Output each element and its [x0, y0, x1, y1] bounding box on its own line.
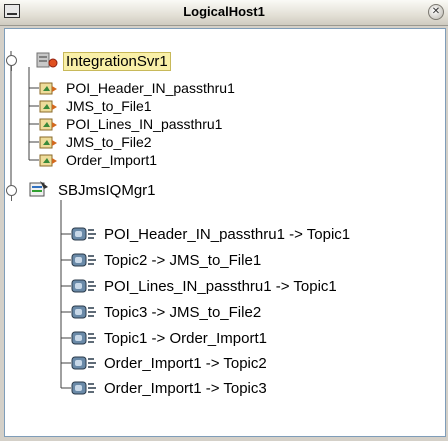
topic-connection-icon	[71, 354, 97, 372]
close-icon[interactable]: ✕	[428, 4, 444, 20]
service-icon	[39, 116, 59, 132]
tree-node-label: POI_Header_IN_passthru1	[66, 80, 235, 96]
jms-manager-icon	[27, 180, 51, 200]
tree-node-integration-server[interactable]: IntegrationSvr1	[35, 51, 171, 71]
title-bar[interactable]: LogicalHost1 ✕	[0, 0, 448, 26]
project-tree: IntegrationSvr1 POI_Header_IN_passthru1 …	[4, 28, 446, 437]
tree-node-label: Topic3 -> JMS_to_File2	[104, 303, 262, 321]
tree-node-topic-connection[interactable]: POI_Lines_IN_passthru1 -> Topic1	[71, 276, 340, 296]
topic-connection-icon	[71, 225, 97, 243]
expand-toggle-icon[interactable]	[6, 185, 17, 201]
expand-toggle-icon[interactable]	[6, 55, 17, 71]
service-icon	[39, 152, 59, 168]
tree-node-service[interactable]: JMS_to_File1	[39, 96, 155, 116]
topic-connection-icon	[71, 329, 97, 347]
tree-node-label: JMS_to_File1	[66, 98, 152, 114]
tree-node-label: POI_Lines_IN_passthru1 -> Topic1	[104, 277, 337, 295]
tree-node-service[interactable]: POI_Lines_IN_passthru1	[39, 114, 225, 134]
topic-connection-icon	[71, 251, 97, 269]
tree-node-label: POI_Header_IN_passthru1 -> Topic1	[104, 225, 351, 243]
tree-node-label: IntegrationSvr1	[63, 51, 171, 71]
tree-node-service[interactable]: JMS_to_File2	[39, 132, 155, 152]
window-title: LogicalHost1	[183, 4, 265, 19]
tree-node-label: SBJmsIQMgr1	[58, 181, 156, 199]
tree-node-topic-connection[interactable]: Topic2 -> JMS_to_File1	[71, 250, 264, 270]
tree-node-service[interactable]: Order_Import1	[39, 150, 160, 170]
tree-node-label: POI_Lines_IN_passthru1	[66, 116, 223, 132]
tree-node-label: Topic1 -> Order_Import1	[104, 329, 267, 347]
tree-node-topic-connection[interactable]: Topic3 -> JMS_to_File2	[71, 302, 264, 322]
tree-node-label: Order_Import1	[66, 152, 158, 168]
tree-node-topic-connection[interactable]: Order_Import1 -> Topic3	[71, 378, 270, 398]
logical-host-window: LogicalHost1 ✕ IntegrationSvr1 POI_Heade…	[0, 0, 448, 441]
integration-server-icon	[35, 51, 59, 71]
tree-node-jms-manager[interactable]: SBJmsIQMgr1	[27, 180, 159, 200]
tree-node-label: JMS_to_File2	[66, 134, 152, 150]
topic-connection-icon	[71, 277, 97, 295]
service-icon	[39, 98, 59, 114]
tree-node-label: Order_Import1 -> Topic3	[104, 379, 267, 397]
topic-connection-icon	[71, 379, 97, 397]
service-icon	[39, 80, 59, 96]
tree-node-service[interactable]: POI_Header_IN_passthru1	[39, 78, 238, 98]
tree-node-topic-connection[interactable]: POI_Header_IN_passthru1 -> Topic1	[71, 224, 353, 244]
tree-node-topic-connection[interactable]: Topic1 -> Order_Import1	[71, 328, 270, 348]
topic-connection-icon	[71, 303, 97, 321]
tree-node-topic-connection[interactable]: Order_Import1 -> Topic2	[71, 353, 270, 373]
service-icon	[39, 134, 59, 150]
tree-node-label: Order_Import1 -> Topic2	[104, 354, 267, 372]
tree-node-label: Topic2 -> JMS_to_File1	[104, 251, 262, 269]
